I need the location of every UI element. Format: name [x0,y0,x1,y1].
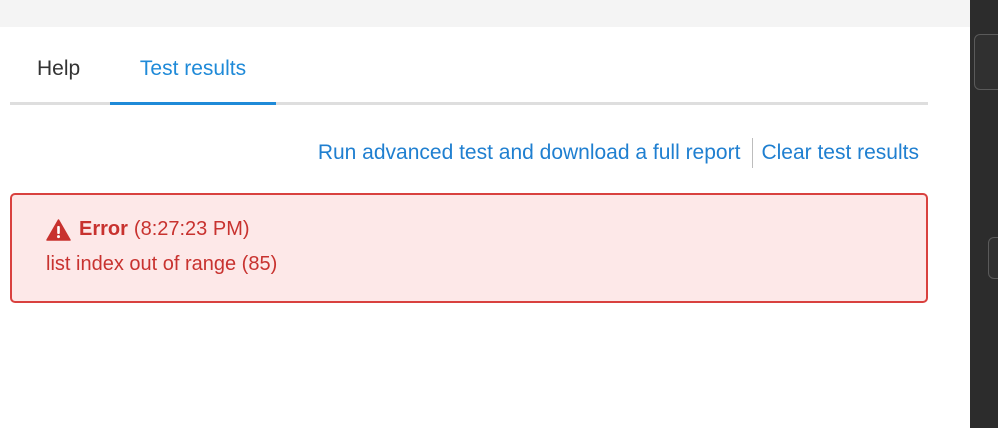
action-separator [752,138,754,168]
run-advanced-test-link[interactable]: Run advanced test and download a full re… [318,141,741,165]
tab-test-results[interactable]: Test results [110,44,276,105]
clear-test-results-link[interactable]: Clear test results [761,141,919,165]
side-control-mid[interactable] [988,237,998,279]
test-panel: Help Test results Run advanced test and … [0,0,998,428]
error-label: Error [79,218,128,240]
error-message-box: Error (8:27:23 PM) list index out of ran… [10,193,928,303]
side-control-top[interactable] [974,34,998,90]
right-side-panel-edge [970,0,998,428]
warning-icon [46,218,71,241]
panel-header-strip [0,0,970,27]
error-header: Error (8:27:23 PM) [46,218,250,241]
tab-bar: Help Test results [10,44,928,105]
test-actions: Run advanced test and download a full re… [318,137,919,169]
tab-help[interactable]: Help [10,44,110,102]
error-timestamp: (8:27:23 PM) [133,218,250,240]
error-message: list index out of range (85) [46,253,278,275]
